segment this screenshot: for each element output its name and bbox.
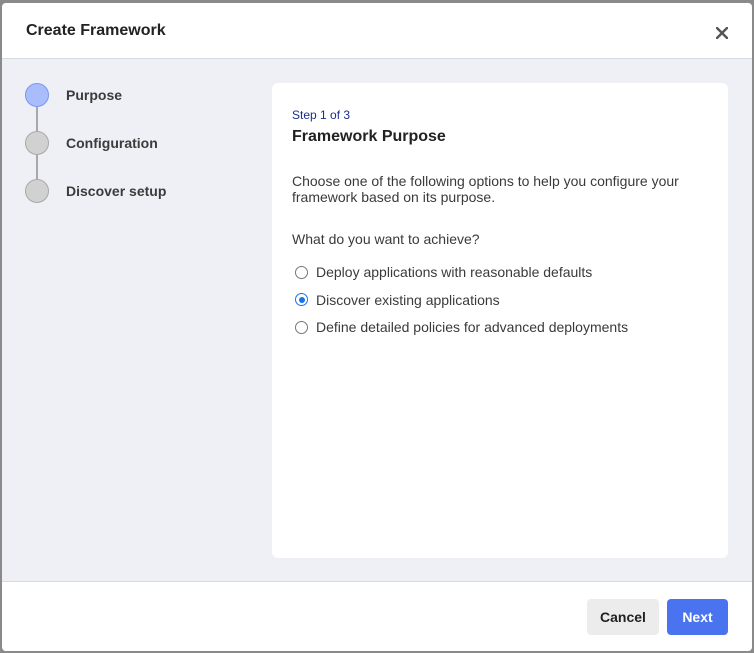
dialog-title: Create Framework xyxy=(26,21,166,39)
option-define-policies[interactable]: Define detailed policies for advanced de… xyxy=(292,317,708,337)
option-label: Discover existing applications xyxy=(316,291,500,308)
card-title: Framework Purpose xyxy=(292,128,446,145)
dialog-header: Create Framework xyxy=(2,3,752,59)
dialog-body: Purpose Configuration Discover setup Ste… xyxy=(2,59,752,581)
step-counter: Step 1 of 3 xyxy=(292,108,351,122)
step-indicator-icon xyxy=(25,131,49,155)
wizard-stepper: Purpose Configuration Discover setup xyxy=(25,83,166,227)
radio-button[interactable] xyxy=(295,320,308,334)
radio-button-checked[interactable] xyxy=(295,293,308,306)
close-icon[interactable] xyxy=(710,21,734,45)
purpose-card: Step 1 of 3 Framework Purpose Choose one… xyxy=(272,83,728,558)
step-discover-setup[interactable]: Discover setup xyxy=(25,179,166,203)
step-configuration[interactable]: Configuration xyxy=(25,131,166,179)
step-label: Discover setup xyxy=(66,183,167,199)
option-label: Deploy applications with reasonable defa… xyxy=(316,264,593,280)
purpose-radio-group: Deploy applications with reasonable defa… xyxy=(292,262,708,337)
dialog-footer: Cancel Next xyxy=(2,581,752,651)
option-label: Define detailed policies for advanced de… xyxy=(316,319,629,335)
question-label: What do you want to achieve? xyxy=(292,231,480,247)
step-connector xyxy=(36,155,38,179)
step-label: Purpose xyxy=(66,87,123,103)
create-framework-dialog: Create Framework Purpose Configuration D… xyxy=(2,3,752,651)
step-indicator-icon xyxy=(25,179,49,203)
next-button[interactable]: Next xyxy=(667,598,728,635)
step-indicator-icon xyxy=(25,83,49,107)
card-description: Choose one of the following options to h… xyxy=(292,173,679,205)
step-label: Configuration xyxy=(66,135,158,151)
step-purpose[interactable]: Purpose xyxy=(25,83,166,131)
radio-button[interactable] xyxy=(295,265,308,279)
option-discover-existing[interactable]: Discover existing applications xyxy=(292,290,708,310)
step-connector xyxy=(36,107,38,131)
option-deploy-defaults[interactable]: Deploy applications with reasonable defa… xyxy=(292,262,708,282)
cancel-button[interactable]: Cancel xyxy=(587,598,659,635)
